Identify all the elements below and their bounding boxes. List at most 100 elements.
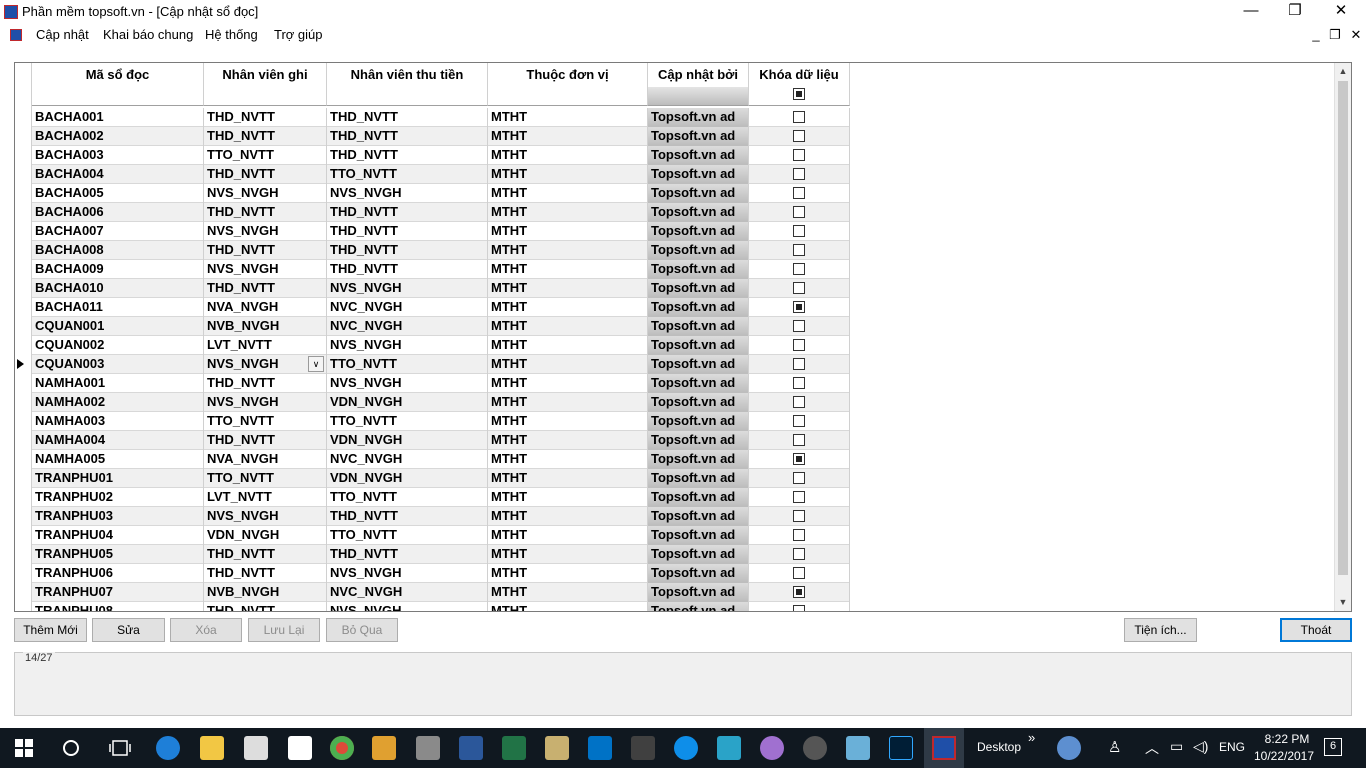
cell-nhan-vien-ghi[interactable]: TTO_NVTT: [204, 412, 327, 431]
scroll-down-arrow-icon[interactable]: ▼: [1335, 594, 1351, 610]
notification-center-icon[interactable]: 6: [1324, 738, 1342, 756]
cell-nhan-vien-ghi[interactable]: NVS_NVGH: [204, 184, 327, 203]
lock-checkbox[interactable]: [793, 510, 805, 522]
restore-button[interactable]: ❐: [1272, 0, 1318, 24]
table-row[interactable]: BACHA006 THD_NVTT THD_NVTT MTHT Topsoft.vn a…: [32, 203, 850, 222]
exit-button[interactable]: Thoát: [1280, 618, 1352, 642]
cell-nhan-vien-thu-tien[interactable]: THD_NVTT: [327, 146, 488, 165]
cell-thuoc-don-vi[interactable]: MTHT: [488, 336, 648, 355]
word-icon[interactable]: [459, 736, 483, 760]
topsoft-taskbar-button[interactable]: [924, 728, 964, 768]
settings-icon[interactable]: [803, 736, 827, 760]
lock-checkbox[interactable]: [793, 358, 805, 370]
cell-nhan-vien-thu-tien[interactable]: VDN_NVGH: [327, 469, 488, 488]
utilities-button[interactable]: Tiện ích...: [1124, 618, 1197, 642]
save-button[interactable]: Lưu Lại: [248, 618, 320, 642]
cell-nhan-vien-thu-tien[interactable]: NVS_NVGH: [327, 279, 488, 298]
header-filter-cell[interactable]: [648, 87, 748, 105]
cell-ma-so-doc[interactable]: BACHA006: [32, 203, 204, 222]
cell-ma-so-doc[interactable]: TRANPHU06: [32, 564, 204, 583]
cell-nhan-vien-ghi[interactable]: TTO_NVTT: [204, 146, 327, 165]
table-row[interactable]: NAMHA002 NVS_NVGH VDN_NVGH MTHT Topsoft.vn a…: [32, 393, 850, 412]
cell-cap-nhat-boi[interactable]: Topsoft.vn ad: [648, 393, 749, 412]
table-row[interactable]: CQUAN003 NVS_NVGH TTO_NVTT MTHT Topsoft.vn a…: [32, 355, 850, 374]
cell-nhan-vien-ghi[interactable]: VDN_NVGH: [204, 526, 327, 545]
table-row[interactable]: BACHA008 THD_NVTT THD_NVTT MTHT Topsoft.vn a…: [32, 241, 850, 260]
cell-thuoc-don-vi[interactable]: MTHT: [488, 469, 648, 488]
table-row[interactable]: BACHA003 TTO_NVTT THD_NVTT MTHT Topsoft.vn a…: [32, 146, 850, 165]
cell-cap-nhat-boi[interactable]: Topsoft.vn ad: [648, 317, 749, 336]
cell-cap-nhat-boi[interactable]: Topsoft.vn ad: [648, 545, 749, 564]
cell-cap-nhat-boi[interactable]: Topsoft.vn ad: [648, 412, 749, 431]
cell-thuoc-don-vi[interactable]: MTHT: [488, 241, 648, 260]
table-row[interactable]: NAMHA005 NVA_NVGH NVC_NVGH MTHT Topsoft.vn a…: [32, 450, 850, 469]
vertical-scrollbar[interactable]: ▲ ▼: [1334, 63, 1351, 611]
column-header-khoa-du-lieu[interactable]: Khóa dữ liệu: [749, 63, 850, 106]
tools-icon[interactable]: [372, 736, 396, 760]
cell-ma-so-doc[interactable]: NAMHA003: [32, 412, 204, 431]
table-row[interactable]: NAMHA003 TTO_NVTT TTO_NVTT MTHT Topsoft.vn a…: [32, 412, 850, 431]
cell-thuoc-don-vi[interactable]: MTHT: [488, 431, 648, 450]
lock-checkbox[interactable]: [793, 111, 805, 123]
column-header-thuoc-don-vi[interactable]: Thuộc đơn vị: [488, 63, 648, 106]
cell-cap-nhat-boi[interactable]: Topsoft.vn ad: [648, 488, 749, 507]
clock-time[interactable]: 8:22 PM: [1262, 732, 1312, 746]
cell-cap-nhat-boi[interactable]: Topsoft.vn ad: [648, 184, 749, 203]
desktop-toolbar-label[interactable]: Desktop: [977, 740, 1021, 754]
cell-nhan-vien-thu-tien[interactable]: NVS_NVGH: [327, 564, 488, 583]
table-row[interactable]: TRANPHU03 NVS_NVGH THD_NVTT MTHT Topsoft.vn …: [32, 507, 850, 526]
column-header-nhan-vien-thu-tien[interactable]: Nhân viên thu tiền: [327, 63, 488, 106]
cell-thuoc-don-vi[interactable]: MTHT: [488, 165, 648, 184]
cell-cap-nhat-boi[interactable]: Topsoft.vn ad: [648, 374, 749, 393]
cell-nhan-vien-thu-tien[interactable]: THD_NVTT: [327, 203, 488, 222]
cell-thuoc-don-vi[interactable]: MTHT: [488, 412, 648, 431]
cell-ma-so-doc[interactable]: CQUAN002: [32, 336, 204, 355]
cell-nhan-vien-ghi[interactable]: NVS_NVGH: [204, 260, 327, 279]
mdi-app-icon[interactable]: [10, 29, 22, 41]
cell-thuoc-don-vi[interactable]: MTHT: [488, 355, 648, 374]
lock-checkbox[interactable]: [793, 377, 805, 389]
cell-cap-nhat-boi[interactable]: Topsoft.vn ad: [648, 583, 749, 602]
table-row[interactable]: TRANPHU01 TTO_NVTT VDN_NVGH MTHT Topsoft.vn …: [32, 469, 850, 488]
lock-checkbox[interactable]: [793, 244, 805, 256]
cell-cap-nhat-boi[interactable]: Topsoft.vn ad: [648, 241, 749, 260]
lock-checkbox[interactable]: [793, 339, 805, 351]
cell-ma-so-doc[interactable]: BACHA011: [32, 298, 204, 317]
cell-nhan-vien-thu-tien[interactable]: TTO_NVTT: [327, 526, 488, 545]
cell-thuoc-don-vi[interactable]: MTHT: [488, 488, 648, 507]
cell-nhan-vien-thu-tien[interactable]: THD_NVTT: [327, 260, 488, 279]
office-app-icon[interactable]: [545, 736, 569, 760]
toolbar-chevron-icon[interactable]: »: [1028, 730, 1035, 745]
cell-thuoc-don-vi[interactable]: MTHT: [488, 374, 648, 393]
cell-nhan-vien-ghi[interactable]: NVB_NVGH: [204, 583, 327, 602]
menu-khai-bao-chung[interactable]: Khai báo chung: [103, 27, 193, 42]
cell-ma-so-doc[interactable]: BACHA005: [32, 184, 204, 203]
cell-nhan-vien-ghi[interactable]: THD_NVTT: [204, 602, 327, 611]
cell-ma-so-doc[interactable]: TRANPHU05: [32, 545, 204, 564]
table-row[interactable]: CQUAN001 NVB_NVGH NVC_NVGH MTHT Topsoft.vn a…: [32, 317, 850, 336]
table-row[interactable]: NAMHA001 THD_NVTT NVS_NVGH MTHT Topsoft.vn a…: [32, 374, 850, 393]
edit-button[interactable]: Sửa: [92, 618, 165, 642]
cell-cap-nhat-boi[interactable]: Topsoft.vn ad: [648, 108, 749, 127]
lock-checkbox[interactable]: [793, 301, 805, 313]
lock-checkbox[interactable]: [793, 586, 805, 598]
cell-thuoc-don-vi[interactable]: MTHT: [488, 393, 648, 412]
cell-nhan-vien-ghi[interactable]: THD_NVTT: [204, 545, 327, 564]
cell-nhan-vien-thu-tien[interactable]: TTO_NVTT: [327, 488, 488, 507]
cell-ma-so-doc[interactable]: NAMHA002: [32, 393, 204, 412]
lock-checkbox[interactable]: [793, 130, 805, 142]
cell-nhan-vien-ghi[interactable]: THD_NVTT: [204, 127, 327, 146]
lock-checkbox[interactable]: [793, 396, 805, 408]
table-row[interactable]: TRANPHU04 VDN_NVGH TTO_NVTT MTHT Topsoft.vn …: [32, 526, 850, 545]
table-row[interactable]: BACHA001 THD_NVTT THD_NVTT MTHT Topsoft.vn a…: [32, 108, 850, 127]
cell-ma-so-doc[interactable]: BACHA008: [32, 241, 204, 260]
add-new-button[interactable]: Thêm Mới: [14, 618, 87, 642]
cell-cap-nhat-boi[interactable]: Topsoft.vn ad: [648, 203, 749, 222]
lock-checkbox[interactable]: [793, 225, 805, 237]
cell-nhan-vien-thu-tien[interactable]: THD_NVTT: [327, 127, 488, 146]
paint-icon[interactable]: [760, 736, 784, 760]
cell-nhan-vien-thu-tien[interactable]: NVC_NVGH: [327, 317, 488, 336]
cell-thuoc-don-vi[interactable]: MTHT: [488, 184, 648, 203]
table-row[interactable]: TRANPHU07 NVB_NVGH NVC_NVGH MTHT Topsoft.vn …: [32, 583, 850, 602]
cortana-icon[interactable]: [62, 739, 80, 757]
